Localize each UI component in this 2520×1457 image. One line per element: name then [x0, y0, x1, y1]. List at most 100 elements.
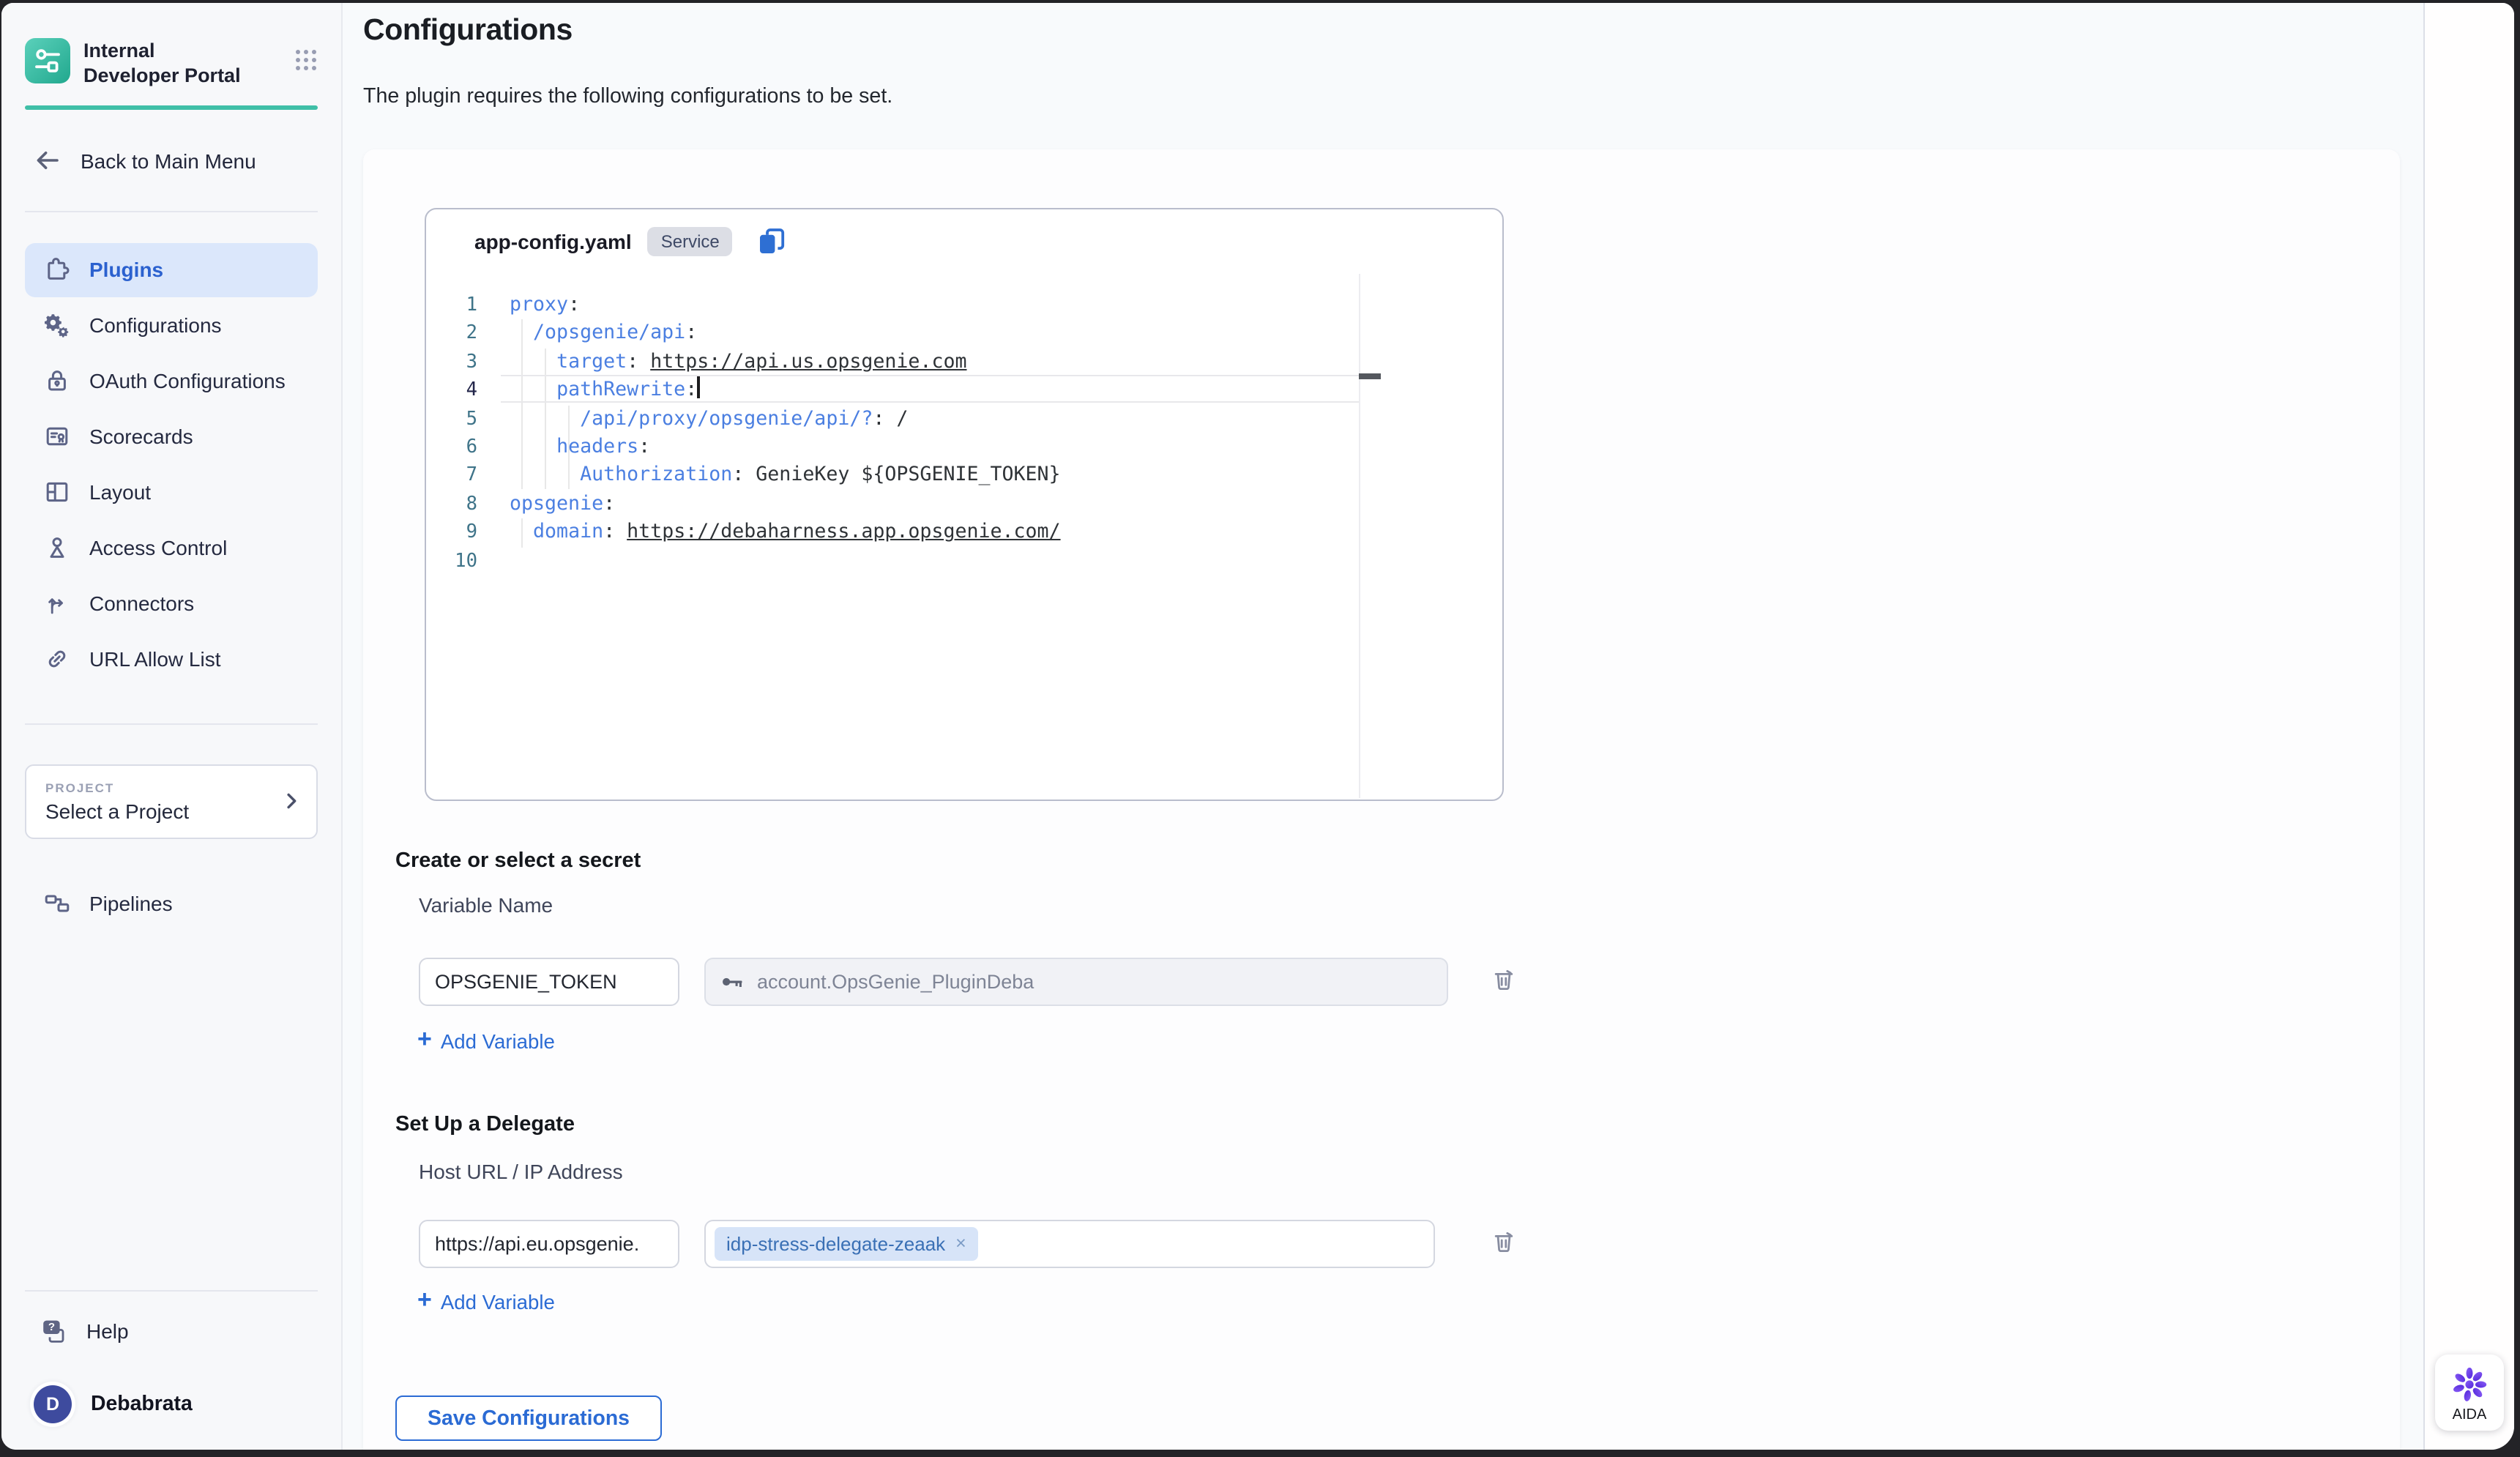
- code-lines: 1proxy:2 /opsgenie/api:3 target: https:/…: [426, 291, 1359, 575]
- project-value: Select a Project: [45, 799, 189, 822]
- apps-grid-icon[interactable]: [294, 48, 318, 72]
- overview-ruler-cursor-mark: [1359, 373, 1381, 379]
- delegate-select-input[interactable]: idp-stress-delegate-zeaak ×: [704, 1220, 1435, 1268]
- host-url-value[interactable]: [435, 1233, 663, 1255]
- code-line: 7 Authorization: GenieKey ${OPSGENIE_TOK…: [426, 462, 1359, 491]
- code-line: 4 pathRewrite:: [426, 376, 1359, 405]
- sidebar-item-layout[interactable]: Layout: [25, 465, 318, 519]
- sidebar: Internal Developer Portal Back to Main: [1, 3, 343, 1450]
- sidebar-item-access-control[interactable]: Access Control: [25, 521, 318, 575]
- host-url-label: Host URL / IP Address: [419, 1160, 623, 1183]
- sidebar-item-label: Pipelines: [89, 891, 173, 914]
- pipelines-icon: [44, 890, 70, 916]
- page-subtitle: The plugin requires the following config…: [363, 85, 892, 108]
- add-variable-delegate[interactable]: + Add Variable: [417, 1289, 555, 1315]
- app-title: Internal Developer Portal: [83, 38, 247, 89]
- sidebar-item-plugins[interactable]: Plugins: [25, 242, 318, 297]
- sidebar-item-connectors[interactable]: Connectors: [25, 576, 318, 630]
- sidebar-item-label: OAuth Configurations: [89, 369, 286, 392]
- sidebar-item-label: Scorecards: [89, 425, 193, 448]
- branch-arrows-icon: [44, 590, 70, 616]
- key-icon: [720, 969, 745, 994]
- screen: Internal Developer Portal Back to Main: [0, 0, 2520, 1457]
- avatar: D: [34, 1385, 72, 1423]
- sidebar-item-label: Configurations: [89, 313, 222, 337]
- sidebar-item-label: Layout: [89, 480, 151, 504]
- secret-reference-input[interactable]: account.OpsGenie_PluginDeba: [704, 958, 1448, 1006]
- service-badge: Service: [648, 227, 733, 256]
- code-line: 1proxy:: [426, 291, 1359, 320]
- back-to-main-menu[interactable]: Back to Main Menu: [25, 146, 318, 175]
- arrow-left-icon: [34, 146, 61, 174]
- delegate-section-heading: Set Up a Delegate: [395, 1113, 575, 1136]
- secret-section-heading: Create or select a secret: [395, 849, 641, 873]
- delete-secret-row-icon[interactable]: [1491, 966, 1517, 993]
- app-window: Internal Developer Portal Back to Main: [1, 3, 2514, 1450]
- sidebar-item-pipelines[interactable]: Pipelines: [25, 881, 318, 925]
- code-line: 10: [426, 547, 1359, 575]
- aida-button[interactable]: AIDA: [2435, 1354, 2504, 1431]
- host-url-input[interactable]: [419, 1220, 679, 1268]
- sidebar-item-label: Plugins: [89, 258, 163, 281]
- save-configurations-button[interactable]: Save Configurations: [395, 1395, 662, 1441]
- sidebar-nav: Plugins Configurations: [25, 242, 318, 687]
- chip-remove-icon[interactable]: ×: [955, 1235, 966, 1253]
- copy-icon[interactable]: [758, 227, 787, 256]
- project-selector[interactable]: PROJECT Select a Project: [25, 764, 318, 838]
- divider: [25, 723, 318, 724]
- user-name: Debabrata: [91, 1393, 193, 1416]
- editor-header: app-config.yaml Service: [474, 227, 787, 256]
- gears-icon: [44, 312, 70, 338]
- delegate-chip-label: idp-stress-delegate-zeaak: [726, 1233, 945, 1255]
- sidebar-item-oauth-configurations[interactable]: OAuth Configurations: [25, 354, 318, 408]
- variable-name-label: Variable Name: [419, 893, 553, 917]
- add-variable-label: Add Variable: [441, 1030, 555, 1052]
- idp-logo-icon: [25, 38, 70, 83]
- project-label: PROJECT: [45, 780, 189, 794]
- divider: [25, 1290, 318, 1292]
- code-line: 2 /opsgenie/api:: [426, 320, 1359, 349]
- svg-text:?: ?: [48, 1320, 55, 1333]
- page-title: Configurations: [363, 13, 573, 48]
- variable-name-value[interactable]: [435, 971, 663, 993]
- sidebar-item-scorecards[interactable]: Scorecards: [25, 409, 318, 463]
- sidebar-item-configurations[interactable]: Configurations: [25, 298, 318, 352]
- editor-right-border: [1359, 274, 1360, 798]
- configuration-panel: app-config.yaml Service: [363, 149, 2400, 1450]
- delete-delegate-row-icon[interactable]: [1491, 1229, 1517, 1255]
- layout-icon: [44, 479, 70, 505]
- help-chat-icon: ?: [41, 1317, 69, 1345]
- main-content: Configurations The plugin requires the f…: [343, 3, 2423, 1450]
- divider: [25, 210, 318, 212]
- brand-underline: [25, 105, 318, 109]
- filename: app-config.yaml: [474, 230, 632, 253]
- code-line: 3 target: https://api.us.opsgenie.com: [426, 349, 1359, 377]
- sidebar-item-label: Access Control: [89, 536, 227, 559]
- yaml-editor-card: app-config.yaml Service: [425, 208, 1504, 801]
- lock-icon: [44, 368, 70, 394]
- delegate-chip[interactable]: idp-stress-delegate-zeaak ×: [715, 1227, 978, 1261]
- code-line: 8opsgenie:: [426, 490, 1359, 518]
- puzzle-icon: [44, 256, 70, 283]
- link-icon: [44, 646, 70, 672]
- code-line: 6 headers:: [426, 433, 1359, 462]
- text-cursor: [697, 376, 699, 398]
- add-variable-secret[interactable]: + Add Variable: [417, 1028, 555, 1054]
- help-label: Help: [86, 1319, 129, 1343]
- scorecard-icon: [44, 423, 70, 450]
- aida-label: AIDA: [2453, 1407, 2487, 1423]
- variable-name-input[interactable]: [419, 958, 679, 1006]
- help-button[interactable]: ? Help: [25, 1311, 318, 1352]
- secret-reference-value: account.OpsGenie_PluginDeba: [757, 971, 1034, 993]
- chevron-right-icon: [281, 791, 302, 811]
- sidebar-item-label: URL Allow List: [89, 647, 221, 671]
- person-icon: [44, 534, 70, 561]
- aida-flower-icon: [2450, 1365, 2489, 1404]
- plus-icon: +: [417, 1286, 432, 1315]
- sidebar-item-url-allow-list[interactable]: URL Allow List: [25, 632, 318, 686]
- code-editor[interactable]: 1proxy:2 /opsgenie/api:3 target: https:/…: [426, 274, 1502, 800]
- user-menu[interactable]: D Debabrata: [25, 1385, 318, 1423]
- code-line: 5 /api/proxy/opsgenie/api/?: /: [426, 405, 1359, 433]
- back-label: Back to Main Menu: [81, 149, 256, 172]
- add-variable-label: Add Variable: [441, 1291, 555, 1313]
